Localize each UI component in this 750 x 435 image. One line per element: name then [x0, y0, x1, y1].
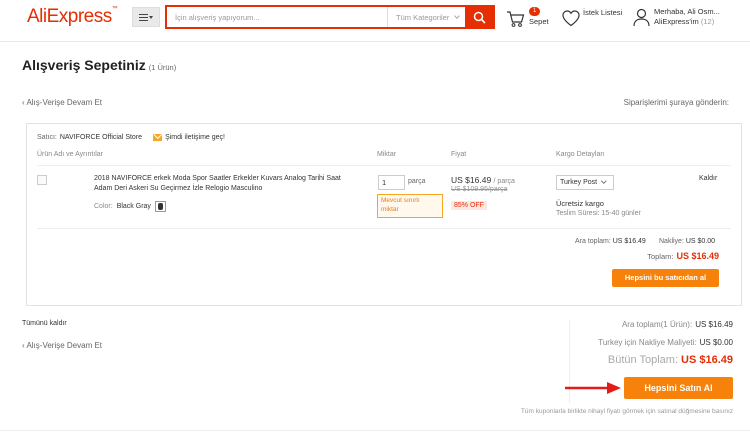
wishlist-link[interactable]: İstek Listesi [562, 6, 632, 30]
divider [37, 228, 731, 229]
order-shipping-value: US $0.00 [699, 338, 733, 347]
seller-info: Satıcı: NAVIFORCE Official Store Şimdi i… [37, 134, 225, 141]
shipping-method-select[interactable]: Turkey Post [556, 175, 614, 190]
account-greeting: Merhaba, Ali Osm... [654, 7, 720, 16]
quantity-input[interactable]: 1 [378, 175, 405, 190]
continue-shopping-link-top[interactable]: ‹ Alış-Verişe Devam Et [22, 98, 102, 107]
shipping-method-value: Turkey Post [560, 179, 598, 186]
cart-count-badge: 1 [529, 7, 541, 16]
cart-link[interactable]: 1 Sepet [506, 7, 556, 31]
limited-stock-notice: Mevcut sınırlı miktar [377, 194, 443, 218]
user-icon [633, 8, 650, 27]
product-color: Color: Black Gray [94, 201, 166, 212]
store-subtotal-label: Ara toplam: [575, 238, 611, 245]
price-per-unit: / parça [493, 178, 515, 185]
site-header: AliExpress™ Tüm Kategoriler 1 Sepet İste… [0, 0, 750, 42]
original-price: US $109.95/parça [451, 186, 508, 193]
cart-icon [507, 11, 525, 27]
chevron-down-icon [601, 178, 607, 184]
store-shipping: Nakliye: US $0.00 [659, 238, 715, 245]
grand-total-value: US $16.49 [681, 354, 733, 366]
remove-all-link[interactable]: Tümünü kaldır [22, 320, 67, 327]
hamburger-icon [139, 13, 148, 21]
grand-total: Bütün Toplam: US $16.49 [608, 354, 733, 366]
store-shipping-value: US $0.00 [685, 238, 716, 245]
store-subtotal-value: US $16.49 [612, 238, 646, 245]
store-total-value: US $16.49 [676, 251, 719, 261]
divider [37, 165, 731, 166]
page-title: Alışveriş Sepetiniz (1 Ürün) [22, 57, 176, 73]
seller-label: Satıcı: [37, 134, 57, 141]
chevron-down-icon [454, 12, 461, 19]
buy-all-from-seller-button[interactable]: Hepsini bu satıcıdan al [612, 269, 719, 287]
search-button[interactable] [465, 7, 493, 27]
cart-label: Sepet [529, 17, 549, 26]
seller-store-link[interactable]: NAVIFORCE Official Store [60, 134, 142, 141]
caret-down-icon [149, 15, 153, 19]
column-header-product: Ürün Adı ve Ayrıntılar [37, 151, 104, 158]
contact-seller-label: Şimdi iletişime geç! [165, 134, 225, 141]
coupon-note: Tüm kuponlarla birlikte nihayi fiyatı gö… [520, 408, 733, 415]
divider [0, 430, 750, 431]
buy-all-button[interactable]: Hepsini Satın Al [624, 377, 733, 399]
order-subtotal: Ara toplam(1 Ürün): US $16.49 [622, 320, 733, 329]
ship-to-selector[interactable]: Siparişlerimi şuraya gönderin: [624, 98, 729, 107]
annotation-arrow-icon [565, 382, 621, 394]
continue-shopping-link-bottom[interactable]: ‹ Alış-Verişe Devam Et [22, 341, 102, 350]
category-select[interactable]: Tüm Kategoriler [387, 7, 465, 27]
remove-item-link[interactable]: Kaldır [699, 175, 717, 182]
wishlist-label: İstek Listesi [583, 8, 623, 17]
order-shipping-label: Turkey için Nakliye Maliyeti: [598, 338, 697, 347]
account-count: (12) [700, 17, 715, 26]
item-count: (1 Ürün) [148, 63, 177, 72]
discount-badge: 85% OFF [451, 201, 487, 210]
unit-price: US $16.49 / parça [451, 175, 515, 185]
order-subtotal-label: Ara toplam(1 Ürün): [621, 320, 693, 329]
free-shipping-label: Ücretsiz kargo [556, 199, 604, 208]
account-label: AliExpress'im [654, 17, 699, 26]
store-cart-group: Satıcı: NAVIFORCE Official Store Şimdi i… [26, 123, 742, 306]
delivery-time: Teslim Süresi: 15-40 günler [556, 210, 641, 217]
order-shipping: Turkey için Nakliye Maliyeti: US $0.00 [598, 338, 733, 347]
product-title-link[interactable]: 2018 NAVIFORCE erkek Moda Spor Saatler E… [94, 174, 349, 194]
color-value: Black Gray [116, 203, 151, 210]
store-subtotal: Ara toplam: US $16.49 [575, 238, 646, 245]
column-header-shipping: Kargo Detayları [556, 151, 605, 158]
category-menu-button[interactable] [132, 7, 160, 27]
my-aliexpress-link[interactable]: AliExpress'im (12) [654, 17, 714, 26]
store-total-label: Toplam: [647, 252, 674, 261]
order-subtotal-value: US $16.49 [695, 320, 733, 329]
column-header-price: Fiyat [451, 151, 467, 158]
color-swatch [154, 201, 166, 212]
store-shipping-label: Nakliye: [659, 238, 684, 245]
unit-price-value: US $16.49 [451, 175, 492, 185]
quantity-unit: parça [408, 178, 426, 185]
store-total: Toplam: US $16.49 [647, 251, 719, 261]
aliexpress-logo[interactable]: AliExpress™ [27, 6, 118, 28]
search-input[interactable] [167, 7, 387, 27]
account-menu[interactable]: Merhaba, Ali Osm... AliExpress'im (12) [633, 5, 748, 31]
grand-total-label: Bütün Toplam: [607, 354, 679, 366]
category-select-value: Tüm Kategoriler [396, 12, 450, 22]
contact-seller-link[interactable]: Şimdi iletişime geç! [153, 134, 225, 141]
page-title-text: Alışveriş Sepetiniz [22, 57, 146, 73]
message-icon [153, 134, 163, 141]
search-bar: Tüm Kategoriler [165, 5, 495, 29]
heart-icon [562, 10, 580, 27]
column-header-quantity: Miktar [377, 151, 397, 158]
product-image[interactable] [37, 175, 47, 185]
color-label: Color: [94, 203, 113, 210]
search-icon [473, 11, 486, 24]
